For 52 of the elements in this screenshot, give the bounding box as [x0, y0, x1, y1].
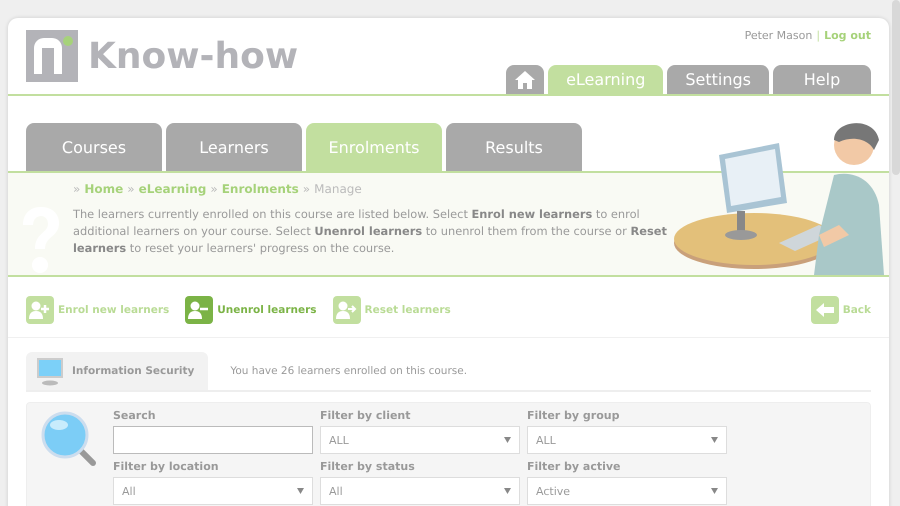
- breadcrumb-separator: »: [127, 182, 135, 196]
- nav-tab[interactable]: eLearning: [548, 65, 664, 94]
- search-field[interactable]: [113, 426, 313, 454]
- section-tab[interactable]: Results: [446, 123, 582, 171]
- brand-name: Know-how: [88, 36, 298, 76]
- breadcrumb-link[interactable]: eLearning: [138, 182, 206, 196]
- action-link[interactable]: Enrol new learners: [26, 296, 170, 324]
- breadcrumb-link[interactable]: Home: [84, 182, 124, 196]
- user-icon: [332, 296, 361, 324]
- home-tab[interactable]: [506, 65, 544, 94]
- filter-label: Filter by group: [527, 409, 620, 422]
- breadcrumb-current: Manage: [314, 182, 362, 196]
- breadcrumb-separator: »: [73, 182, 80, 196]
- filter-label: Filter by client: [320, 409, 412, 422]
- section-tab[interactable]: Enrolments: [306, 123, 442, 171]
- monitor-icon: [36, 356, 64, 386]
- nav-tab[interactable]: Help: [773, 65, 871, 94]
- home-icon: [514, 70, 536, 90]
- separator: |: [816, 29, 820, 42]
- filter-label: Filter by location: [113, 460, 220, 473]
- breadcrumb-separator: »: [210, 182, 218, 196]
- filter-label: Filter by active: [527, 460, 622, 473]
- filter-label: Filter by status: [320, 460, 416, 473]
- caret-icon: [504, 488, 511, 494]
- logout-link[interactable]: Log out: [824, 29, 871, 42]
- breadcrumb-link[interactable]: Enrolments: [222, 182, 299, 196]
- filter-dropdown[interactable]: All: [320, 477, 520, 505]
- caret-icon: [711, 437, 718, 443]
- section-tab[interactable]: Learners: [166, 123, 302, 171]
- course-title: Information Security: [72, 365, 194, 377]
- search-icon: [39, 409, 99, 469]
- filter-dropdown[interactable]: Active: [527, 477, 727, 505]
- section-tab[interactable]: Courses: [26, 123, 162, 171]
- enrolment-summary: You have 26 learners enrolled on this course.: [230, 365, 468, 377]
- filter-label: Search: [113, 409, 157, 422]
- breadcrumb-separator: »: [302, 182, 310, 196]
- action-link[interactable]: Unenrol learners: [185, 296, 317, 324]
- caret-icon: [504, 437, 511, 443]
- caret-icon: [297, 488, 304, 494]
- logo-icon: [26, 30, 78, 82]
- back-link[interactable]: Back: [810, 296, 871, 324]
- nav-tab[interactable]: Settings: [667, 65, 769, 94]
- filter-dropdown[interactable]: ALL: [527, 426, 727, 454]
- course-tab[interactable]: Information Security: [26, 352, 208, 390]
- user-name: Peter Mason: [744, 29, 812, 42]
- intro-text: The learners currently enrolled on this course are listed below. Select Enrol new learners to enrol additional learners on your course. Select Unenrol learners to unenrol them from the course or Reset learners to reset your learners' progress on the course.: [73, 206, 668, 257]
- caret-icon: [711, 488, 718, 494]
- filter-dropdown[interactable]: All: [113, 477, 313, 505]
- user-icon: [185, 296, 214, 324]
- action-link[interactable]: Reset learners: [332, 296, 451, 324]
- filter-dropdown[interactable]: ALL: [320, 426, 520, 454]
- user-icon: [26, 296, 54, 324]
